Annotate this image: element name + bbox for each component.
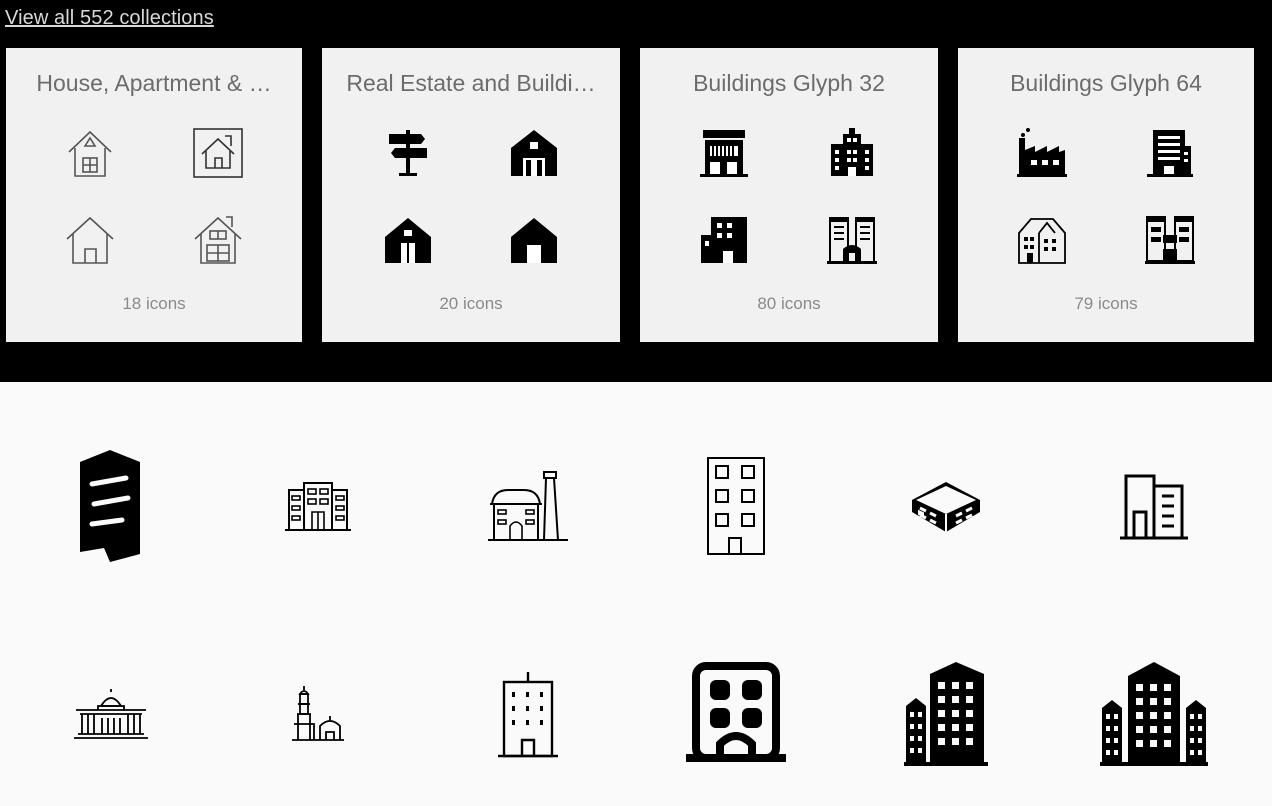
collection-title: House, Apartment & …	[36, 70, 272, 96]
office-block-icon[interactable]	[283, 478, 353, 534]
twin-towers-icon	[825, 213, 879, 267]
apartment-outline-icon[interactable]	[706, 456, 766, 556]
highrise-icon[interactable]	[496, 670, 560, 760]
view-all-collections-link[interactable]: View all 552 collections	[5, 7, 214, 30]
signpost-icon	[381, 126, 435, 180]
block-building-icon	[697, 213, 751, 267]
collection-card-house-apartment[interactable]: House, Apartment & … 18 icons	[6, 48, 302, 342]
city-buildings-icon[interactable]	[902, 662, 990, 766]
city-skyline-icon[interactable]	[1098, 662, 1210, 766]
collection-icon-count: 18 icons	[122, 294, 186, 313]
modern-tower-icon[interactable]	[70, 448, 150, 564]
house-door-icon	[381, 213, 435, 267]
collection-icon-count: 79 icons	[1074, 294, 1138, 313]
collection-title: Buildings Glyph 32	[693, 70, 885, 96]
skyscraper-icon	[1143, 126, 1197, 180]
collection-card-real-estate[interactable]: Real Estate and Buildi… 20 icons	[322, 48, 620, 342]
isometric-building-icon[interactable]	[910, 474, 982, 538]
collection-title: Real Estate and Buildi…	[346, 70, 596, 96]
factory-chimney-icon[interactable]	[486, 468, 570, 544]
collections-section: View all 552 collections House, Apartmen…	[0, 0, 1272, 382]
collection-icon-count: 20 icons	[439, 294, 503, 313]
collection-title: Buildings Glyph 64	[1010, 70, 1202, 96]
house-windows-icon	[191, 213, 245, 267]
capitol-building-icon[interactable]	[72, 688, 150, 742]
collection-card-buildings-glyph-64[interactable]: Buildings Glyph 64 79 icons	[958, 48, 1254, 342]
storefront-icon	[697, 126, 751, 180]
house-attic-icon	[63, 126, 117, 180]
mosque-minaret-icon[interactable]	[290, 684, 346, 744]
factory-icon	[1015, 126, 1069, 180]
office-building-icon	[825, 126, 879, 180]
house-framed-icon	[191, 126, 245, 180]
townhouse-icon	[1015, 213, 1069, 267]
collection-icon-count: 80 icons	[757, 294, 821, 313]
garage-icon	[507, 213, 561, 267]
barn-icon	[507, 126, 561, 180]
bridge-building-icon	[1143, 213, 1197, 267]
collection-card-buildings-glyph-32[interactable]: Buildings Glyph 32 80 icons	[640, 48, 938, 342]
hotel-icon[interactable]	[686, 662, 786, 762]
house-outline-icon	[63, 213, 117, 267]
office-tower-icon[interactable]	[1118, 470, 1190, 542]
